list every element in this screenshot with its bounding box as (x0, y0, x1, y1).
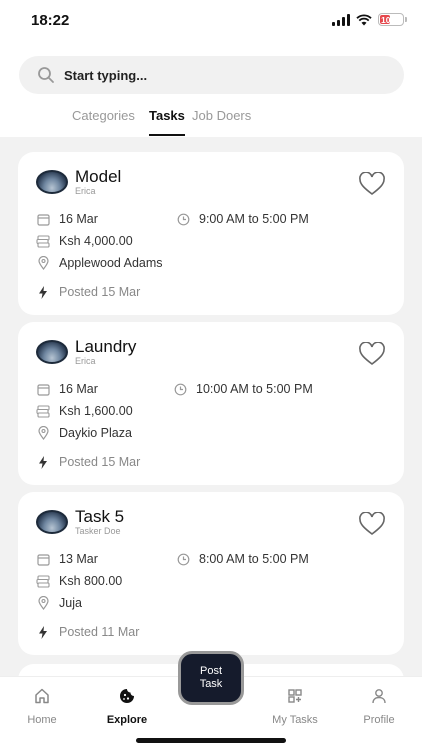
task-author: Tasker Doe (75, 526, 121, 536)
location-pin-icon (36, 256, 50, 270)
task-price: Ksh 4,000.00 (36, 234, 133, 248)
tab-tasks[interactable]: Tasks (149, 108, 185, 136)
money-icon (36, 574, 50, 588)
heart-icon[interactable] (358, 512, 386, 536)
task-date: 16 Mar (36, 212, 98, 226)
nav-explore[interactable]: Explore (92, 685, 162, 726)
active-tab-indicator (149, 134, 185, 136)
signal-icon (332, 13, 350, 26)
profile-icon (344, 685, 414, 707)
location-pin-icon (36, 426, 50, 440)
task-price: Ksh 800.00 (36, 574, 122, 588)
lightning-icon (36, 625, 50, 639)
task-title: Laundry (75, 337, 137, 356)
explore-icon (92, 685, 162, 707)
my-tasks-icon (260, 685, 330, 707)
status-icons: 10 (332, 13, 407, 26)
task-price: Ksh 1,600.00 (36, 404, 133, 418)
task-time: 8:00 AM to 5:00 PM (176, 552, 309, 566)
home-icon (7, 685, 77, 707)
task-card[interactable]: Task 5 Tasker Doe 13 Mar 8:00 AM to 5:00… (18, 492, 404, 655)
home-indicator[interactable] (136, 738, 286, 743)
task-location: Applewood Adams (36, 256, 163, 270)
clock-icon (173, 382, 187, 396)
lightning-icon (36, 455, 50, 469)
calendar-icon (36, 212, 50, 226)
tab-job-doers[interactable]: Job Doers (192, 108, 251, 136)
task-date: 13 Mar (36, 552, 98, 566)
wifi-icon (356, 13, 372, 25)
clock-icon (176, 552, 190, 566)
battery-icon: 10 (378, 13, 407, 26)
battery-level: 10 (381, 14, 391, 25)
task-card[interactable]: Model Erica 16 Mar 9:00 AM to 5:00 PM Ks… (18, 152, 404, 315)
task-location: Juja (36, 596, 82, 610)
status-time: 18:22 (31, 12, 70, 29)
task-title: Task 5 (75, 507, 125, 526)
top-bar: 18:22 10 Start typing... Categories Task… (0, 0, 422, 137)
task-location: Daykio Plaza (36, 426, 132, 440)
nav-home[interactable]: Home (7, 685, 77, 726)
task-posted: Posted 11 Mar (36, 625, 139, 639)
money-icon (36, 404, 50, 418)
task-card[interactable]: Laundry Erica 16 Mar 10:00 AM to 5:00 PM… (18, 322, 404, 485)
avatar (36, 170, 68, 194)
money-icon (36, 234, 50, 248)
heart-icon[interactable] (358, 172, 386, 196)
task-time: 9:00 AM to 5:00 PM (176, 212, 309, 226)
task-author: Erica (75, 186, 96, 196)
task-posted: Posted 15 Mar (36, 455, 140, 469)
nav-my-tasks[interactable]: My Tasks (260, 685, 330, 726)
task-title: Model (75, 167, 122, 186)
task-posted: Posted 15 Mar (36, 285, 140, 299)
task-author: Erica (75, 356, 96, 366)
heart-icon[interactable] (358, 342, 386, 366)
clock-icon (176, 212, 190, 226)
avatar (36, 340, 68, 364)
lightning-icon (36, 285, 50, 299)
post-task-button[interactable]: Post Task (178, 651, 244, 705)
search-icon (36, 65, 56, 85)
task-date: 16 Mar (36, 382, 98, 396)
location-pin-icon (36, 596, 50, 610)
calendar-icon (36, 382, 50, 396)
tab-bar: Categories Tasks Job Doers (0, 108, 422, 137)
search-bar[interactable]: Start typing... (19, 56, 404, 94)
avatar (36, 510, 68, 534)
calendar-icon (36, 552, 50, 566)
task-time: 10:00 AM to 5:00 PM (173, 382, 313, 396)
search-input[interactable]: Start typing... (64, 68, 147, 83)
status-bar: 18:22 10 (0, 0, 422, 44)
nav-profile[interactable]: Profile (344, 685, 414, 726)
tab-categories[interactable]: Categories (72, 108, 135, 136)
